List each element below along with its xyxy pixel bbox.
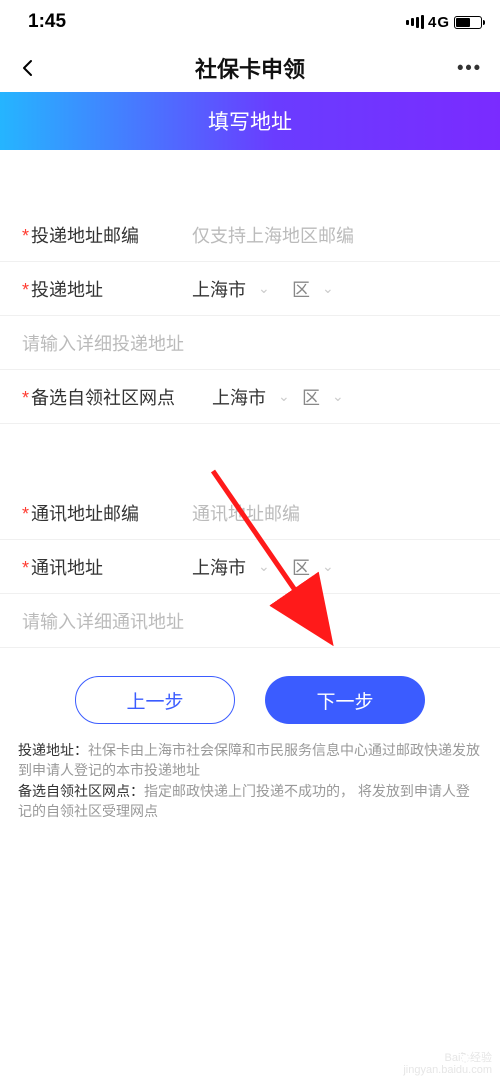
status-bar: 1:45 4G — [0, 0, 500, 44]
step-banner: 填写地址 — [0, 92, 500, 150]
field-label: *投递地址 — [22, 276, 192, 302]
delivery-detail-input[interactable]: 请输入详细投递地址 — [0, 316, 500, 370]
delivery-address-row: *投递地址 上海市 ⌄ 区 ⌄ — [0, 262, 500, 316]
chevron-left-icon — [19, 59, 37, 77]
pickup-point-row: *备选自领社区网点 上海市 ⌄ 区 ⌄ — [0, 370, 500, 424]
network-label: 4G — [428, 14, 450, 31]
nav-bar: 社保卡申领 ••• — [0, 44, 500, 92]
contact-detail-input[interactable]: 请输入详细通讯地址 — [0, 594, 500, 648]
delivery-postcode-input[interactable]: 仅支持上海地区邮编 — [192, 222, 354, 248]
button-row: 上一步 下一步 — [0, 648, 500, 740]
prev-button[interactable]: 上一步 — [75, 676, 235, 724]
field-label: *备选自领社区网点 — [22, 384, 212, 410]
note-pickup: 备选自领社区网点：指定邮政快递上门投递不成功的， 将发放到申请人登记的自领社区受… — [18, 781, 482, 822]
back-button[interactable] — [14, 54, 42, 82]
contact-postcode-row[interactable]: *通讯地址邮编 通讯地址邮编 — [0, 486, 500, 540]
contact-address-row: *通讯地址 上海市 ⌄ 区 ⌄ — [0, 540, 500, 594]
status-time: 1:45 — [28, 11, 66, 33]
field-label: *通讯地址 — [22, 554, 192, 580]
status-right: 4G — [406, 14, 482, 31]
contact-section: *通讯地址邮编 通讯地址邮编 *通讯地址 上海市 ⌄ 区 ⌄ 请输入详细通讯地址 — [0, 486, 500, 648]
notes: 投递地址：社保卡由上海市社会保障和市民服务信息中心通过邮政快递发放到申请人登记的… — [0, 740, 500, 821]
chevron-down-icon: ⌄ — [258, 280, 270, 297]
contact-district-picker[interactable]: 区 ⌄ — [292, 554, 478, 580]
page-title: 社保卡申领 — [195, 52, 305, 84]
contact-city-picker[interactable]: 上海市 ⌄ — [192, 554, 292, 580]
delivery-city-picker[interactable]: 上海市 ⌄ — [192, 276, 292, 302]
delivery-district-picker[interactable]: 区 ⌄ — [292, 276, 478, 302]
note-delivery: 投递地址：社保卡由上海市社会保障和市民服务信息中心通过邮政快递发放到申请人登记的… — [18, 740, 482, 781]
pickup-district-picker[interactable]: 区 ⌄ — [302, 384, 478, 410]
next-button[interactable]: 下一步 — [265, 676, 425, 724]
banner-title: 填写地址 — [208, 106, 292, 136]
more-button[interactable]: ••• — [457, 58, 482, 79]
spacer — [0, 424, 500, 486]
field-label: *通讯地址邮编 — [22, 500, 192, 526]
battery-icon — [454, 16, 482, 29]
field-label: *投递地址邮编 — [22, 222, 192, 248]
chevron-down-icon: ⌄ — [278, 388, 290, 405]
watermark: Bai߱经验 jingyan.baidu.com — [403, 1052, 492, 1076]
chevron-down-icon: ⌄ — [258, 558, 270, 575]
delivery-section: *投递地址邮编 仅支持上海地区邮编 *投递地址 上海市 ⌄ 区 ⌄ 请输入详细投… — [0, 208, 500, 424]
chevron-down-icon: ⌄ — [332, 388, 344, 405]
signal-icon — [406, 15, 424, 29]
chevron-down-icon: ⌄ — [322, 558, 334, 575]
delivery-postcode-row[interactable]: *投递地址邮编 仅支持上海地区邮编 — [0, 208, 500, 262]
pickup-city-picker[interactable]: 上海市 ⌄ — [212, 384, 302, 410]
chevron-down-icon: ⌄ — [322, 280, 334, 297]
contact-postcode-input[interactable]: 通讯地址邮编 — [192, 500, 300, 526]
spacer — [0, 150, 500, 208]
